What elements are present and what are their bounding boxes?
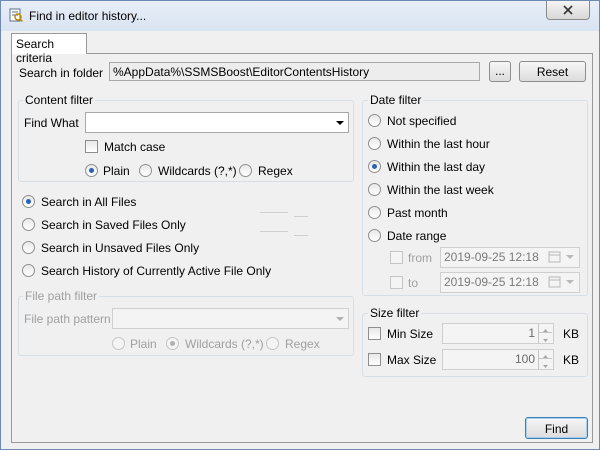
date-to-label: to xyxy=(408,276,419,290)
date-from-checkbox[interactable] xyxy=(390,251,403,264)
placeholder-mark xyxy=(260,231,288,232)
folder-path-field[interactable]: %AppData%\SSMSBoost\EditorContentsHistor… xyxy=(109,62,480,81)
max-size-stepper[interactable] xyxy=(538,350,552,370)
stepper-up-icon[interactable] xyxy=(539,350,552,359)
calendar-icon[interactable] xyxy=(548,250,562,267)
find-button[interactable]: Find xyxy=(525,417,588,439)
scope-unsaved-files-label: Search in Unsaved Files Only xyxy=(41,241,200,255)
date-last-day-label: Within the last day xyxy=(387,160,486,174)
scope-all-files-label: Search in All Files xyxy=(41,195,137,209)
date-past-month-label: Past month xyxy=(387,206,448,220)
content-mode-regex-radio[interactable] xyxy=(239,164,252,177)
min-size-checkbox[interactable] xyxy=(368,327,381,340)
path-mode-regex-label: Regex xyxy=(285,337,320,351)
date-last-day-radio[interactable] xyxy=(368,160,381,173)
close-button[interactable] xyxy=(546,1,590,20)
title-bar[interactable]: Find in editor history... xyxy=(1,1,599,31)
placeholder-mark xyxy=(294,235,308,236)
date-past-month-radio[interactable] xyxy=(368,206,381,219)
path-mode-wildcards-label: Wildcards (?,*) xyxy=(185,337,264,351)
date-last-hour-radio[interactable] xyxy=(368,137,381,150)
chevron-down-icon[interactable] xyxy=(332,114,348,132)
date-to-checkbox[interactable] xyxy=(390,276,403,289)
date-range-radio[interactable] xyxy=(368,229,381,242)
match-case-checkbox[interactable] xyxy=(85,140,98,153)
max-size-unit: KB xyxy=(563,353,580,367)
stepper-down-icon[interactable] xyxy=(539,360,552,369)
content-mode-regex-label: Regex xyxy=(258,164,293,178)
date-filter-title: Date filter xyxy=(368,93,424,107)
scope-saved-files-radio[interactable] xyxy=(22,218,35,231)
size-filter-title: Size filter xyxy=(368,306,422,320)
stepper-up-icon[interactable] xyxy=(539,324,552,333)
window-title: Find in editor history... xyxy=(29,9,147,23)
date-not-specified-radio[interactable] xyxy=(368,114,381,127)
find-what-combo[interactable] xyxy=(85,112,349,133)
scope-saved-files-label: Search in Saved Files Only xyxy=(41,218,186,232)
close-icon xyxy=(563,5,573,15)
date-last-week-label: Within the last week xyxy=(387,183,494,197)
min-size-stepper[interactable] xyxy=(538,324,552,344)
chevron-down-icon[interactable] xyxy=(564,275,576,292)
content-mode-plain-label: Plain xyxy=(103,164,130,178)
date-not-specified-label: Not specified xyxy=(387,114,457,128)
max-size-checkbox[interactable] xyxy=(368,353,381,366)
path-mode-wildcards-radio[interactable] xyxy=(166,337,179,350)
find-what-label: Find What xyxy=(24,116,79,130)
scope-all-files-radio[interactable] xyxy=(22,195,35,208)
browse-folder-button[interactable]: ... xyxy=(489,61,511,82)
path-mode-plain-label: Plain xyxy=(130,337,157,351)
date-last-week-radio[interactable] xyxy=(368,183,381,196)
file-path-pattern-combo[interactable] xyxy=(112,308,349,329)
content-mode-plain-radio[interactable] xyxy=(85,164,98,177)
scope-unsaved-files-radio[interactable] xyxy=(22,241,35,254)
path-mode-plain-radio[interactable] xyxy=(112,337,125,350)
date-last-hour-label: Within the last hour xyxy=(387,137,490,151)
placeholder-mark xyxy=(294,216,308,217)
search-in-folder-label: Search in folder xyxy=(19,66,104,80)
date-from-label: from xyxy=(408,251,432,265)
stepper-down-icon[interactable] xyxy=(539,334,552,343)
history-search-icon xyxy=(9,8,24,23)
reset-button[interactable]: Reset xyxy=(519,61,586,82)
match-case-label: Match case xyxy=(104,140,166,154)
tab-search-criteria[interactable]: Search criteria xyxy=(11,33,87,65)
find-in-editor-history-dialog: Find in editor history... Search criteri… xyxy=(0,0,600,450)
path-mode-regex-radio[interactable] xyxy=(266,337,279,350)
search-criteria-panel: Search in folder %AppData%\SSMSBoost\Edi… xyxy=(11,53,593,443)
content-mode-wildcards-radio[interactable] xyxy=(139,164,152,177)
chevron-down-icon[interactable] xyxy=(332,310,348,328)
min-size-label: Min Size xyxy=(387,327,434,341)
date-range-label: Date range xyxy=(387,229,447,243)
min-size-unit: KB xyxy=(563,327,580,341)
scope-active-file-radio[interactable] xyxy=(22,264,35,277)
content-filter-title: Content filter xyxy=(23,93,96,107)
file-path-filter-title: File path filter xyxy=(23,289,100,303)
placeholder-mark xyxy=(260,212,288,213)
max-size-label: Max Size xyxy=(387,353,437,367)
chevron-down-icon[interactable] xyxy=(564,250,576,267)
content-mode-wildcards-label: Wildcards (?,*) xyxy=(158,164,237,178)
calendar-icon[interactable] xyxy=(548,275,562,292)
scope-active-file-label: Search History of Currently Active File … xyxy=(41,264,272,278)
file-path-pattern-label: File path pattern xyxy=(24,312,111,326)
